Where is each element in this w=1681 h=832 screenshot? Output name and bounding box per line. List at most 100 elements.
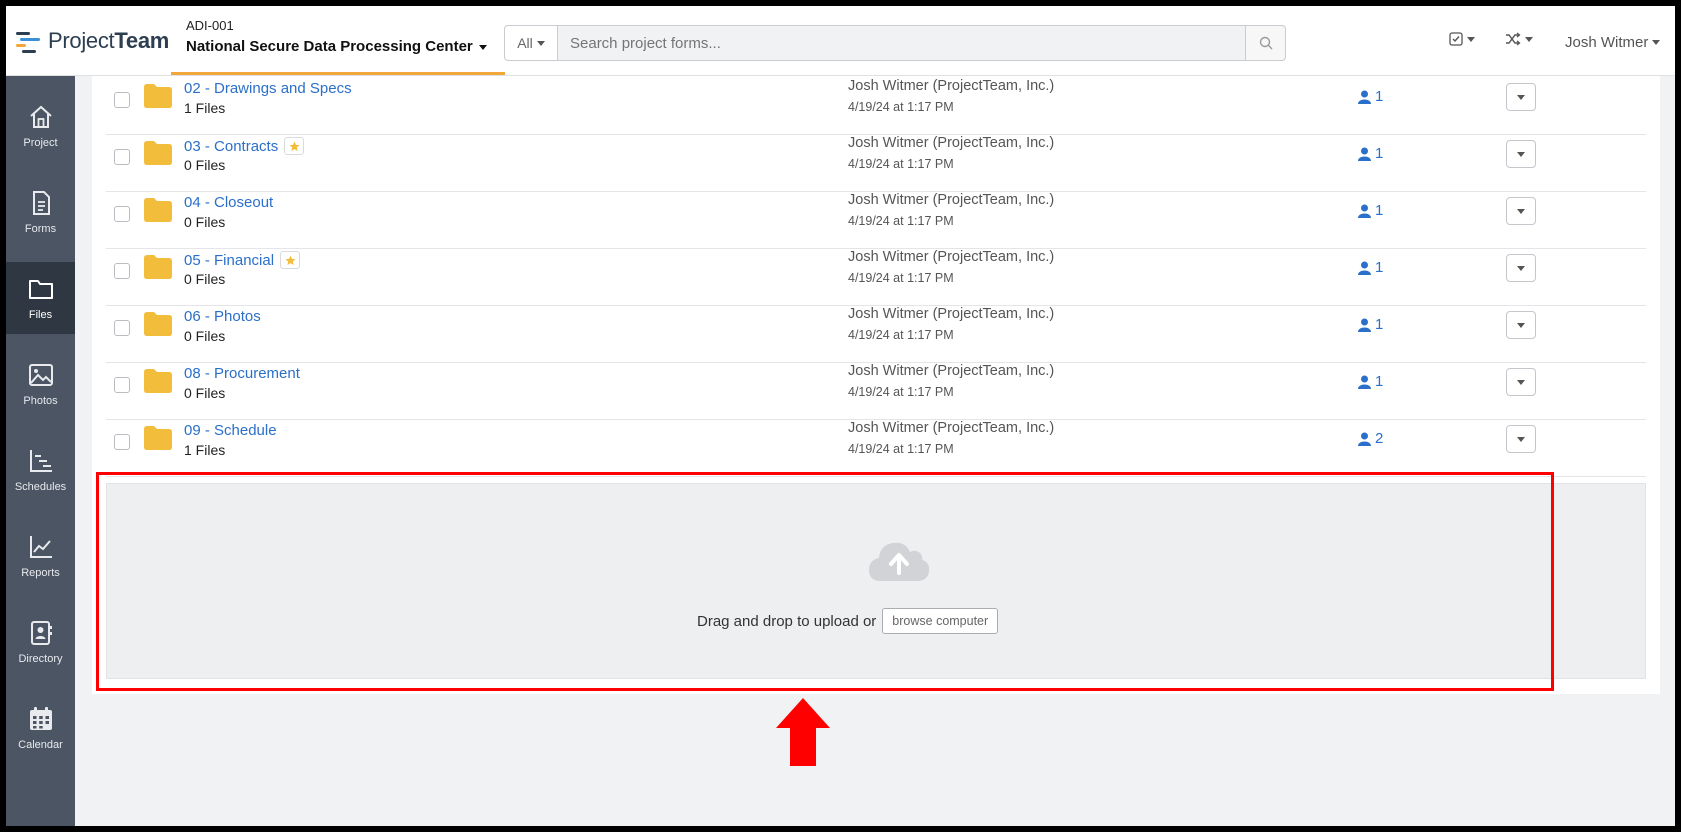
chevron-down-icon — [1517, 265, 1525, 271]
favorite-star-icon[interactable] — [284, 137, 305, 155]
folder-name-link[interactable]: 03 - Contracts — [184, 137, 305, 155]
favorite-star-icon[interactable] — [280, 251, 301, 269]
folder-name-link[interactable]: 09 - Schedule — [184, 422, 277, 439]
folder-date: 4/19/24 at 1:17 PM — [848, 157, 954, 171]
chevron-down-icon — [1517, 322, 1525, 328]
user-name: Josh Witmer — [1565, 34, 1649, 51]
folder-icon — [144, 426, 172, 450]
user-icon — [1358, 375, 1371, 389]
user-icon — [1358, 90, 1371, 104]
row-actions-dropdown[interactable] — [1506, 368, 1536, 396]
row-checkbox[interactable] — [114, 149, 130, 165]
files-content: 02 - Drawings and Specs 1 Files Josh Wit… — [92, 76, 1660, 766]
folder-date: 4/19/24 at 1:17 PM — [848, 442, 954, 456]
sidebar-item-directory[interactable]: Directory — [6, 606, 75, 678]
row-checkbox[interactable] — [114, 320, 130, 336]
chevron-down-icon — [1467, 36, 1475, 42]
folder-name-link[interactable]: 04 - Closeout — [184, 194, 273, 211]
row-checkbox[interactable] — [114, 263, 130, 279]
member-count: 1 — [1375, 88, 1384, 105]
project-selector[interactable]: ADI-001 National Secure Data Processing … — [186, 18, 487, 55]
logo[interactable]: ProjectTeam — [16, 28, 169, 54]
members-link[interactable]: 1 — [1358, 259, 1383, 276]
member-count: 1 — [1375, 373, 1384, 390]
table-row: 04 - Closeout 0 Files Josh Witmer (Proje… — [106, 192, 1646, 249]
sidebar-item-label: Files — [28, 309, 53, 321]
switch-menu-button[interactable] — [1505, 32, 1533, 46]
chevron-down-icon — [1517, 151, 1525, 157]
folder-name-link[interactable]: 02 - Drawings and Specs — [184, 80, 352, 97]
search-button[interactable] — [1246, 25, 1286, 61]
row-actions-dropdown[interactable] — [1506, 311, 1536, 339]
folder-date: 4/19/24 at 1:17 PM — [848, 271, 954, 285]
row-checkbox[interactable] — [114, 434, 130, 450]
folder-date: 4/19/24 at 1:17 PM — [848, 100, 954, 114]
folder-icon — [28, 280, 53, 299]
sidebar-item-calendar[interactable]: Calendar — [6, 692, 75, 764]
image-icon — [28, 364, 53, 386]
folder-name: 03 - Contracts — [184, 137, 279, 155]
folder-name: 04 - Closeout — [184, 194, 274, 211]
folder-name-link[interactable]: 08 - Procurement — [184, 365, 300, 382]
folder-name-link[interactable]: 06 - Photos — [184, 308, 261, 325]
folder-name: 02 - Drawings and Specs — [184, 80, 352, 97]
folder-owner: Josh Witmer (ProjectTeam, Inc.) — [848, 249, 1055, 265]
sidebar-item-label: Photos — [23, 395, 58, 407]
user-menu-button[interactable]: Josh Witmer — [1565, 34, 1661, 51]
search-input[interactable] — [558, 25, 1246, 61]
shuffle-icon — [1506, 32, 1521, 46]
sidebar-item-files[interactable]: Files — [6, 262, 75, 334]
search-scope-dropdown[interactable]: All — [504, 25, 558, 61]
app-frame: ProjectTeam ADI-001 National Secure Data… — [0, 0, 1681, 832]
file-count: 0 Files — [184, 214, 226, 230]
folder-icon — [144, 84, 172, 108]
row-checkbox[interactable] — [114, 206, 130, 222]
folder-name: 09 - Schedule — [184, 422, 277, 439]
row-actions-dropdown[interactable] — [1506, 254, 1536, 282]
checklist-icon — [1449, 32, 1463, 46]
members-link[interactable]: 1 — [1358, 145, 1383, 162]
folder-name: 08 - Procurement — [184, 365, 300, 382]
logo-prefix: Project — [48, 28, 115, 53]
row-actions-dropdown[interactable] — [1506, 140, 1536, 168]
sidebar-item-label: Project — [23, 137, 58, 149]
folder-owner: Josh Witmer (ProjectTeam, Inc.) — [848, 306, 1055, 322]
browse-computer-button[interactable]: browse computer — [882, 608, 999, 634]
gantt-icon — [29, 450, 52, 472]
project-name-label: National Secure Data Processing Center — [186, 38, 473, 55]
folder-icon — [144, 255, 172, 279]
members-link[interactable]: 1 — [1358, 202, 1383, 219]
sidebar-item-photos[interactable]: Photos — [6, 348, 75, 420]
user-icon — [1358, 432, 1371, 446]
sidebar-item-label: Directory — [18, 653, 63, 665]
tasks-menu-button[interactable] — [1449, 32, 1475, 46]
row-actions-dropdown[interactable] — [1506, 425, 1536, 453]
folder-name-link[interactable]: 05 - Financial — [184, 251, 301, 269]
sidebar-item-project[interactable]: Project — [6, 90, 75, 162]
search-scope-label: All — [517, 35, 533, 51]
user-icon — [1358, 147, 1371, 161]
members-link[interactable]: 1 — [1358, 316, 1383, 333]
members-link[interactable]: 2 — [1358, 430, 1383, 447]
row-actions-dropdown[interactable] — [1506, 197, 1536, 225]
folder-icon — [144, 141, 172, 165]
sidebar-item-reports[interactable]: Reports — [6, 520, 75, 592]
project-code: ADI-001 — [186, 18, 234, 33]
row-checkbox[interactable] — [114, 377, 130, 393]
sidebar-item-schedules[interactable]: Schedules — [6, 434, 75, 506]
table-row: 03 - Contracts 0 Files Josh Witmer (Proj… — [106, 135, 1646, 192]
members-link[interactable]: 1 — [1358, 373, 1383, 390]
user-icon — [1358, 318, 1371, 332]
row-actions-dropdown[interactable] — [1506, 83, 1536, 111]
upload-dropzone[interactable]: Drag and drop to upload or browse comput… — [106, 483, 1646, 679]
folder-owner: Josh Witmer (ProjectTeam, Inc.) — [848, 192, 1055, 208]
sidebar-item-forms[interactable]: Forms — [6, 176, 75, 248]
search-icon — [1259, 36, 1272, 50]
chevron-down-icon — [1517, 94, 1525, 100]
user-icon — [1358, 261, 1371, 275]
home-icon — [29, 105, 52, 128]
row-checkbox[interactable] — [114, 92, 130, 108]
project-name: National Secure Data Processing Center — [186, 38, 487, 55]
members-link[interactable]: 1 — [1358, 88, 1383, 105]
chart-icon — [29, 536, 52, 558]
